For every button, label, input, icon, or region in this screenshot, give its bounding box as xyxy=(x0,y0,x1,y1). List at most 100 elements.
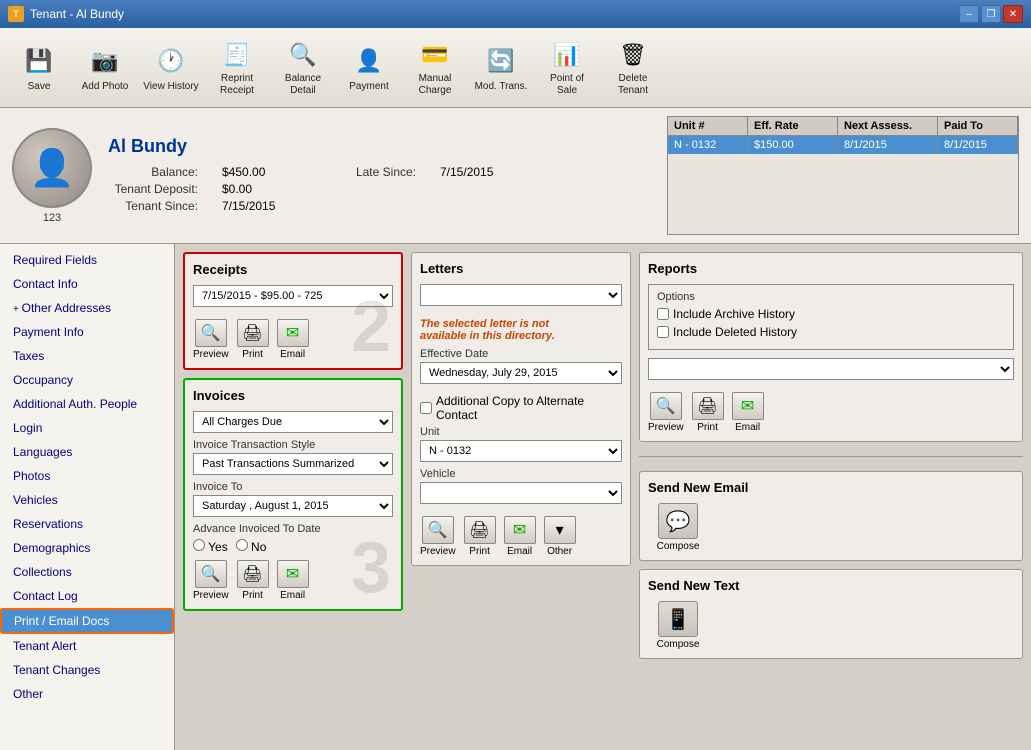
tenant-name: Al Bundy xyxy=(108,136,651,157)
sidebar-item-required-fields[interactable]: Required Fields xyxy=(0,248,174,272)
sidebar-item-collections[interactable]: Collections xyxy=(0,560,174,584)
balance-detail-button[interactable]: 🔍 Balance Detail xyxy=(272,34,334,102)
unit-table-row[interactable]: N - 0132 $150.00 8/1/2015 8/1/2015 xyxy=(668,136,1018,154)
invoices-title: Invoices xyxy=(193,388,393,403)
reports-dropdown[interactable] xyxy=(648,358,1014,380)
sidebar-item-tenant-alert[interactable]: Tenant Alert xyxy=(0,634,174,658)
invoices-email-button[interactable]: ✉ Email xyxy=(277,560,309,601)
invoices-preview-label: Preview xyxy=(193,590,229,601)
include-archive-row: Include Archive History xyxy=(657,307,1005,321)
advance-yes-radio[interactable] xyxy=(193,539,205,551)
invoices-print-button[interactable]: 🖨 Print xyxy=(237,560,269,601)
alt-copy-label: Additional Copy to Alternate Contact xyxy=(436,394,622,422)
alt-copy-checkbox[interactable] xyxy=(420,402,432,414)
include-deleted-row: Include Deleted History xyxy=(657,325,1005,339)
point-of-sale-button[interactable]: 📊 Point of Sale xyxy=(536,34,598,102)
reports-email-button[interactable]: ✉ Email xyxy=(732,392,764,433)
sidebar-item-photos[interactable]: Photos xyxy=(0,464,174,488)
letters-email-icon: ✉ xyxy=(504,516,536,544)
add-photo-button[interactable]: 📷 Add Photo xyxy=(74,34,136,102)
reports-preview-icon: 🔍 xyxy=(650,392,682,420)
invoices-panel: Invoices All Charges Due Invoice Transac… xyxy=(183,378,403,611)
avatar: 👤 xyxy=(12,128,92,208)
window-controls: – ❐ ✕ xyxy=(959,5,1023,23)
payment-button[interactable]: 👤 Payment xyxy=(338,34,400,102)
email-compose-button[interactable]: 💬 Compose xyxy=(648,503,708,552)
letters-print-button[interactable]: 🖨 Print xyxy=(464,516,496,557)
text-compose-label: Compose xyxy=(657,639,700,650)
receipts-preview-button[interactable]: 🔍 Preview xyxy=(193,319,229,360)
sidebar-item-occupancy[interactable]: Occupancy xyxy=(0,368,174,392)
sidebar-item-contact-info[interactable]: Contact Info xyxy=(0,272,174,296)
letters-other-button[interactable]: ▾ Other xyxy=(544,516,576,557)
invoice-style-dropdown[interactable]: Past Transactions Summarized xyxy=(193,453,393,475)
unit-dropdown[interactable]: N - 0132 xyxy=(420,440,622,462)
receipts-btn-row: 🔍 Preview 🖨 Print ✉ Email xyxy=(193,319,393,360)
delete-tenant-button[interactable]: 🗑 Delete Tenant xyxy=(602,34,664,102)
include-archive-checkbox[interactable] xyxy=(657,308,669,320)
advance-no-radio[interactable] xyxy=(236,539,248,551)
invoices-preview-button[interactable]: 🔍 Preview xyxy=(193,560,229,601)
sidebar-item-contact-log[interactable]: Contact Log xyxy=(0,584,174,608)
invoice-to-dropdown[interactable]: Saturday , August 1, 2015 xyxy=(193,495,393,517)
sidebar-item-taxes[interactable]: Taxes xyxy=(0,344,174,368)
minimize-button[interactable]: – xyxy=(959,5,979,23)
options-group: Options Include Archive History Include … xyxy=(648,284,1014,350)
reports-email-icon: ✉ xyxy=(732,392,764,420)
sidebar-item-payment-info[interactable]: Payment Info xyxy=(0,320,174,344)
send-email-panel: Send New Email 💬 Compose xyxy=(639,471,1023,561)
receipts-dropdown[interactable]: 7/15/2015 - $95.00 - 725 xyxy=(193,285,393,307)
since-value: 7/15/2015 xyxy=(222,199,302,213)
letters-email-button[interactable]: ✉ Email xyxy=(504,516,536,557)
vehicle-dropdown[interactable] xyxy=(420,482,622,504)
letters-print-icon: 🖨 xyxy=(464,516,496,544)
sidebar-item-tenant-changes[interactable]: Tenant Changes xyxy=(0,658,174,682)
reports-print-label: Print xyxy=(697,422,718,433)
add-photo-label: Add Photo xyxy=(82,81,129,93)
mod-trans-icon: 🔄 xyxy=(483,43,519,79)
receipts-title: Receipts xyxy=(193,262,393,277)
include-deleted-checkbox[interactable] xyxy=(657,326,669,338)
text-compose-icon: 📱 xyxy=(658,601,698,637)
invoice-style-label: Invoice Transaction Style xyxy=(193,439,393,451)
receipts-print-icon: 🖨 xyxy=(237,319,269,347)
letters-preview-button[interactable]: 🔍 Preview xyxy=(420,516,456,557)
manual-charge-button[interactable]: 💳 Manual Charge xyxy=(404,34,466,102)
view-history-button[interactable]: 🕐 View History xyxy=(140,34,202,102)
sidebar-item-vehicles[interactable]: Vehicles xyxy=(0,488,174,512)
effective-date-dropdown[interactable]: Wednesday, July 29, 2015 xyxy=(420,362,622,384)
reports-btn-row: 🔍 Preview 🖨 Print ✉ Email xyxy=(648,392,1014,433)
sidebar-item-print-email-docs[interactable]: Print / Email Docs xyxy=(0,608,174,634)
sidebar-item-additional-auth[interactable]: Additional Auth. People xyxy=(0,392,174,416)
reports-print-button[interactable]: 🖨 Print xyxy=(692,392,724,433)
text-compose-button[interactable]: 📱 Compose xyxy=(648,601,708,650)
reports-print-icon: 🖨 xyxy=(692,392,724,420)
restore-button[interactable]: ❐ xyxy=(981,5,1001,23)
letters-preview-label: Preview xyxy=(420,546,456,557)
eff-rate-col-header: Eff. Rate xyxy=(748,117,838,135)
sidebar-item-other-addresses[interactable]: Other Addresses xyxy=(0,296,174,320)
unit-number-cell: N - 0132 xyxy=(668,136,748,154)
sidebar-item-login[interactable]: Login xyxy=(0,416,174,440)
invoices-email-label: Email xyxy=(280,590,305,601)
receipts-preview-label: Preview xyxy=(193,349,229,360)
letters-dropdown[interactable] xyxy=(420,284,622,306)
receipts-print-button[interactable]: 🖨 Print xyxy=(237,319,269,360)
sidebar-item-reservations[interactable]: Reservations xyxy=(0,512,174,536)
mod-trans-button[interactable]: 🔄 Mod. Trans. xyxy=(470,34,532,102)
paid-to-col-header: Paid To xyxy=(938,117,1018,135)
invoices-charges-dropdown[interactable]: All Charges Due xyxy=(193,411,393,433)
add-photo-icon: 📷 xyxy=(87,43,123,79)
close-button[interactable]: ✕ xyxy=(1003,5,1023,23)
receipts-email-button[interactable]: ✉ Email xyxy=(277,319,309,360)
reprint-receipt-button[interactable]: 🧾 Reprint Receipt xyxy=(206,34,268,102)
save-button[interactable]: 💾 Save xyxy=(8,34,70,102)
advance-radio-row: Yes No xyxy=(193,539,393,554)
manual-charge-label: Manual Charge xyxy=(407,73,463,97)
include-deleted-label: Include Deleted History xyxy=(673,325,797,339)
email-compose-label: Compose xyxy=(657,541,700,552)
sidebar-item-demographics[interactable]: Demographics xyxy=(0,536,174,560)
sidebar-item-languages[interactable]: Languages xyxy=(0,440,174,464)
sidebar-item-other[interactable]: Other xyxy=(0,682,174,706)
reports-preview-button[interactable]: 🔍 Preview xyxy=(648,392,684,433)
